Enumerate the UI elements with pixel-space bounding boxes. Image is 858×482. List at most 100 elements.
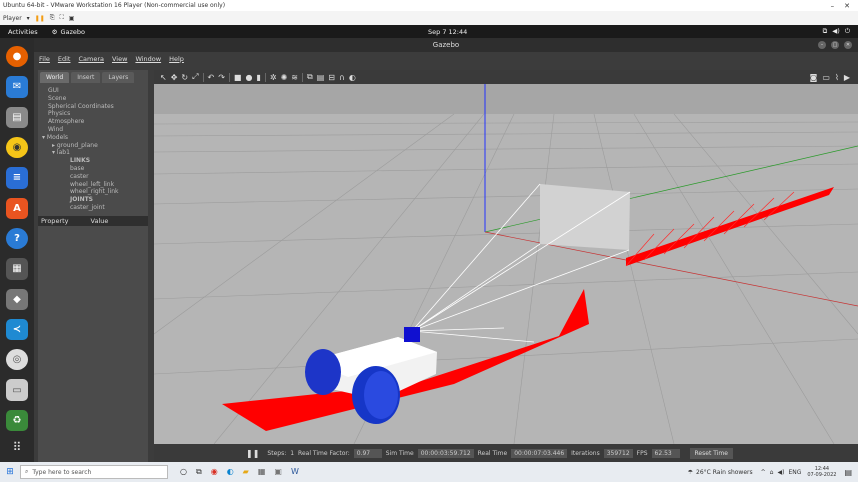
pause-icon[interactable]: ❚❚ bbox=[246, 449, 259, 458]
fullscreen-icon[interactable]: ⛶ bbox=[60, 14, 64, 22]
iterations-label: Iterations bbox=[571, 449, 600, 457]
chrome-icon[interactable]: ◉ bbox=[211, 467, 218, 477]
thunderbird-icon[interactable]: ✉ bbox=[6, 76, 28, 98]
close-icon[interactable]: ✕ bbox=[844, 41, 852, 49]
file-explorer-icon[interactable]: ▰ bbox=[243, 467, 249, 477]
tree-link-wheel-left[interactable]: wheel_left_link bbox=[42, 181, 148, 189]
paste-icon[interactable]: ▤ bbox=[317, 73, 325, 82]
menu-edit[interactable]: Edit bbox=[58, 55, 71, 63]
tree-link-caster[interactable]: caster bbox=[42, 173, 148, 181]
player-menu[interactable]: Player bbox=[3, 15, 22, 22]
tree-item-scene[interactable]: Scene bbox=[42, 95, 148, 103]
pause-icon[interactable]: ❚❚ bbox=[35, 15, 45, 22]
menu-view[interactable]: View bbox=[112, 55, 127, 63]
gazebo-dock-icon[interactable]: ◆ bbox=[6, 288, 28, 310]
cortana-icon[interactable]: ○ bbox=[180, 467, 187, 477]
screenshot-icon[interactable]: ◙ bbox=[810, 73, 818, 82]
gazebo-app-icon: ⚙ bbox=[51, 27, 58, 36]
tree-item-lab[interactable]: ▾ lab1 bbox=[42, 149, 148, 157]
writer-icon[interactable]: ≡ bbox=[6, 167, 28, 189]
scene-3d[interactable] bbox=[154, 84, 858, 444]
tab-world[interactable]: World bbox=[40, 72, 70, 83]
windows-start-icon[interactable]: ⊞ bbox=[0, 467, 20, 477]
send-keys-icon[interactable]: ⎘ bbox=[50, 14, 55, 22]
rhythmbox-icon[interactable]: ◉ bbox=[6, 136, 28, 159]
vmware-icon[interactable]: ▣ bbox=[274, 467, 282, 477]
video-icon[interactable]: ▶ bbox=[844, 73, 850, 82]
select-mode-icon[interactable]: ↖ bbox=[160, 73, 167, 82]
monitor-icon[interactable]: ▦ bbox=[6, 258, 28, 280]
redo-icon[interactable]: ↷ bbox=[218, 73, 225, 82]
help-icon[interactable]: ? bbox=[6, 227, 28, 250]
tree-item-ground-plane[interactable]: ▸ ground_plane bbox=[42, 142, 148, 150]
plot-icon[interactable]: ⌇ bbox=[835, 73, 839, 82]
menu-window[interactable]: Window bbox=[135, 55, 161, 63]
activities-button[interactable]: Activities bbox=[0, 28, 38, 36]
network-icon[interactable]: ⧉ bbox=[823, 27, 828, 36]
maximize-icon[interactable]: □ bbox=[831, 41, 839, 49]
tree-item-physics[interactable]: Physics bbox=[42, 110, 148, 118]
tree-item-wind[interactable]: Wind bbox=[42, 126, 148, 134]
software-icon[interactable]: A bbox=[6, 197, 28, 219]
log-icon[interactable]: ▭ bbox=[822, 73, 830, 82]
weather-widget[interactable]: ☂ 26°C Rain showers bbox=[688, 469, 753, 476]
close-icon[interactable]: ✕ bbox=[844, 2, 850, 10]
translate-mode-icon[interactable]: ✥ bbox=[171, 73, 178, 82]
tree-item-models[interactable]: ▾ Models bbox=[42, 134, 148, 142]
tree-item-gui[interactable]: GUI bbox=[42, 87, 148, 95]
align-icon[interactable]: ⊟ bbox=[328, 73, 335, 82]
steps-value[interactable]: 1 bbox=[290, 450, 294, 457]
scale-mode-icon[interactable]: ⤢ bbox=[192, 72, 198, 82]
tab-layers[interactable]: Layers bbox=[102, 72, 135, 83]
snap-icon[interactable]: ∩ bbox=[339, 73, 345, 82]
taskbar-clock[interactable]: 12:44 07-09-2022 bbox=[807, 466, 836, 478]
edge-icon[interactable]: ◐ bbox=[227, 467, 234, 477]
firefox-icon[interactable]: ● bbox=[6, 46, 28, 68]
reset-time-button[interactable]: Reset Time bbox=[689, 447, 733, 459]
tab-insert[interactable]: Insert bbox=[71, 72, 101, 83]
app-menu[interactable]: ⚙ Gazebo bbox=[52, 28, 85, 36]
spot-light-icon[interactable]: ✺ bbox=[281, 73, 288, 82]
unity-icon[interactable]: ▣ bbox=[69, 15, 75, 22]
store-icon[interactable]: ▦ bbox=[258, 467, 266, 477]
task-view-icon[interactable]: ⧉ bbox=[196, 467, 202, 477]
system-clock[interactable]: Sep 7 12:44 bbox=[428, 28, 467, 36]
menu-camera[interactable]: Camera bbox=[78, 55, 104, 63]
render-view[interactable]: ↖ ✥ ↻ ⤢ ↶ ↷ ■ ● ▮ ✲ ✺ ≋ ⧉ ▤ ⊟ ∩ ◐ ◙ ▭ ⌇ bbox=[154, 70, 858, 462]
volume-icon[interactable]: ◀) bbox=[777, 469, 784, 476]
show-apps-icon[interactable]: ⠿ bbox=[13, 440, 22, 454]
box-shape-icon[interactable]: ■ bbox=[234, 73, 242, 82]
chevron-up-icon[interactable]: ^ bbox=[761, 469, 766, 476]
cylinder-shape-icon[interactable]: ▮ bbox=[256, 73, 260, 82]
word-icon[interactable]: W bbox=[291, 467, 299, 477]
taskbar-search[interactable]: ⌕ Type here to search bbox=[20, 465, 168, 479]
copy-icon[interactable]: ⧉ bbox=[307, 72, 313, 82]
undo-icon[interactable]: ↶ bbox=[208, 73, 215, 82]
menu-help[interactable]: Help bbox=[169, 55, 184, 63]
dvd-icon[interactable]: ◎ bbox=[6, 349, 28, 371]
power-icon[interactable]: ⏻ bbox=[845, 27, 850, 36]
volume-icon[interactable]: ◀) bbox=[832, 27, 840, 36]
rotate-mode-icon[interactable]: ↻ bbox=[181, 73, 188, 82]
trash-icon[interactable]: ♻ bbox=[6, 409, 28, 432]
menu-file[interactable]: File bbox=[39, 55, 50, 63]
drive-icon[interactable]: ▭ bbox=[6, 379, 28, 401]
tree-link-base[interactable]: base bbox=[42, 165, 148, 173]
network-icon[interactable]: ⌂ bbox=[770, 469, 774, 476]
minimize-icon[interactable]: – bbox=[818, 41, 826, 49]
files-icon[interactable]: ▤ bbox=[6, 106, 28, 128]
minimize-icon[interactable]: – bbox=[831, 2, 835, 10]
notification-icon[interactable]: ▤ bbox=[844, 468, 858, 477]
sim-time-label: Sim Time bbox=[385, 449, 414, 457]
chevron-down-icon[interactable]: ▾ bbox=[27, 15, 30, 22]
tree-item-atmosphere[interactable]: Atmosphere bbox=[42, 118, 148, 126]
tree-joint-caster[interactable]: caster_joint bbox=[42, 204, 148, 212]
change-view-icon[interactable]: ◐ bbox=[349, 73, 356, 82]
language-indicator[interactable]: ENG bbox=[788, 469, 801, 476]
sphere-shape-icon[interactable]: ● bbox=[245, 73, 252, 82]
tree-link-wheel-right[interactable]: wheel_right_link bbox=[42, 188, 148, 196]
point-light-icon[interactable]: ✲ bbox=[270, 73, 277, 82]
directional-light-icon[interactable]: ≋ bbox=[291, 73, 298, 82]
vscode-icon[interactable]: ≺ bbox=[6, 318, 28, 341]
tree-item-spherical[interactable]: Spherical Coordinates bbox=[42, 103, 148, 111]
